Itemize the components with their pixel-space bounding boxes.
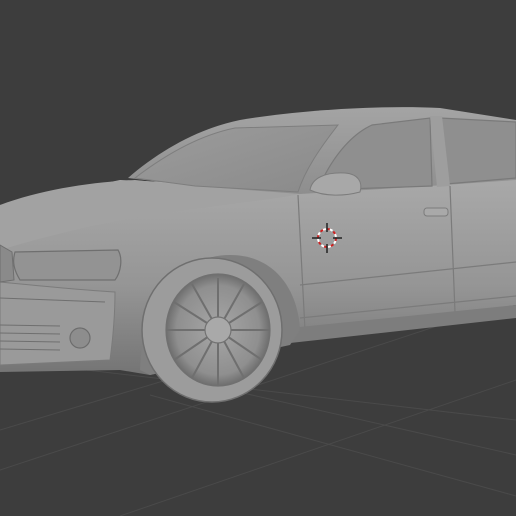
car-door-handle: [423, 207, 449, 217]
car-model[interactable]: [0, 107, 516, 403]
3d-viewport[interactable]: [0, 0, 516, 516]
car-headlight: [13, 249, 122, 281]
viewport-canvas[interactable]: [0, 0, 516, 516]
car-rear-window: [439, 117, 516, 185]
car-front-bumper: [0, 281, 116, 366]
car-wheel-hub: [204, 316, 232, 344]
car-fog-light: [69, 327, 91, 349]
